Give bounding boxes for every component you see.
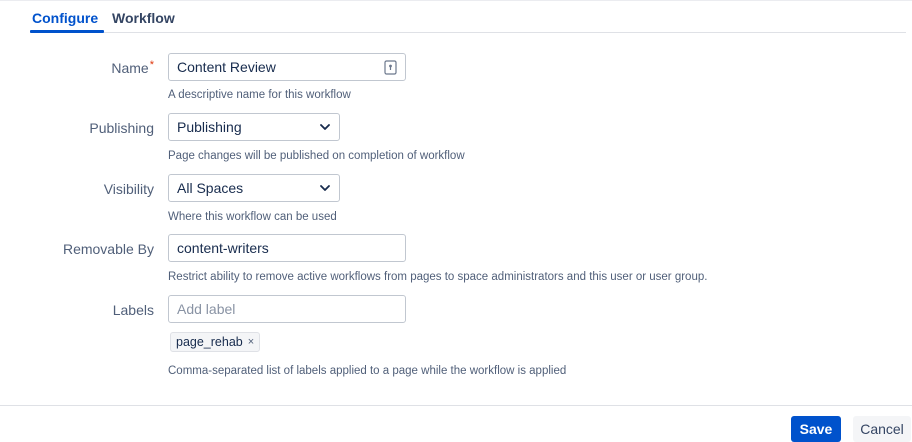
top-divider bbox=[0, 0, 912, 1]
remove-tag-icon[interactable]: × bbox=[248, 336, 254, 348]
publishing-label: Publishing bbox=[89, 120, 154, 136]
tab-configure[interactable]: Configure bbox=[29, 10, 105, 33]
required-marker: * bbox=[149, 59, 154, 71]
name-input-value: Content Review bbox=[177, 59, 276, 75]
chevron-down-icon bbox=[320, 124, 330, 130]
lock-icon[interactable] bbox=[384, 60, 397, 75]
tab-workflow[interactable]: Workflow bbox=[112, 10, 175, 26]
name-input[interactable]: Content Review bbox=[168, 53, 406, 81]
visibility-select[interactable]: All Spaces bbox=[168, 174, 340, 202]
tab-bar: Configure Workflow bbox=[29, 8, 906, 33]
removable-by-input[interactable]: content-writers bbox=[168, 234, 406, 262]
labels-help: Comma-separated list of labels applied t… bbox=[168, 365, 567, 377]
chevron-down-icon bbox=[320, 185, 330, 191]
visibility-select-value: All Spaces bbox=[177, 180, 244, 196]
name-help: A descriptive name for this workflow bbox=[168, 89, 351, 101]
cancel-button[interactable]: Cancel bbox=[853, 416, 911, 442]
visibility-help: Where this workflow can be used bbox=[168, 211, 337, 223]
visibility-label: Visibility bbox=[103, 181, 154, 197]
save-button[interactable]: Save bbox=[791, 416, 841, 442]
labels-input[interactable]: Add label bbox=[168, 295, 406, 323]
publishing-select-value: Publishing bbox=[177, 119, 242, 135]
name-label-text: Name bbox=[111, 60, 149, 76]
label-tag-text: page_rehab bbox=[176, 335, 243, 349]
removable-by-value: content-writers bbox=[177, 240, 269, 256]
publishing-help: Page changes will be published on comple… bbox=[168, 150, 465, 162]
name-label: Name* bbox=[111, 59, 154, 76]
footer-divider bbox=[0, 405, 912, 406]
workflow-configure-page: Configure Workflow Name* Content Review … bbox=[0, 0, 912, 442]
labels-input-placeholder: Add label bbox=[177, 301, 236, 317]
removable-by-label: Removable By bbox=[62, 241, 154, 257]
label-tag: page_rehab × bbox=[170, 332, 261, 352]
publishing-select[interactable]: Publishing bbox=[168, 113, 340, 141]
removable-by-help: Restrict ability to remove active workfl… bbox=[168, 271, 708, 283]
labels-label: Labels bbox=[112, 302, 154, 318]
